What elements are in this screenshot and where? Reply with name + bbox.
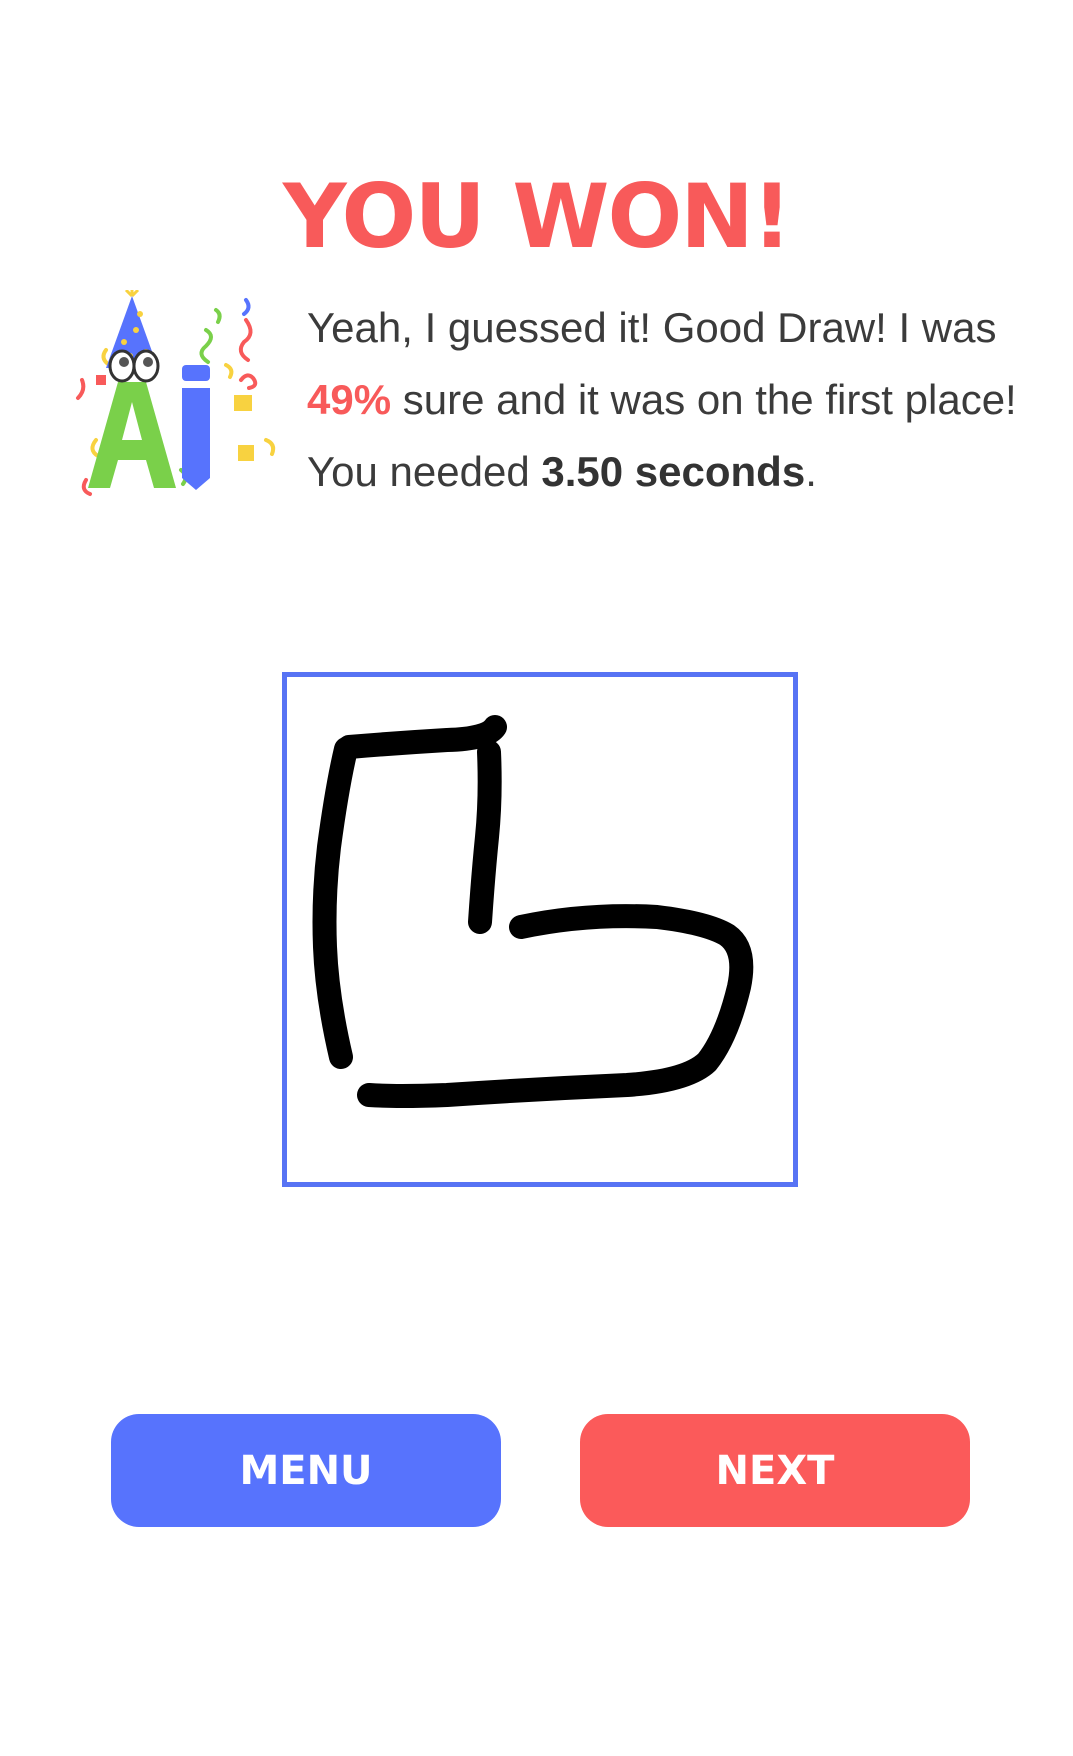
time-text-post: . xyxy=(805,448,817,495)
drawing-stroke xyxy=(312,737,358,1069)
result-screen: YOU WON! Yeah, I guessed it! Good Draw! … xyxy=(0,0,1073,1756)
drawing-stroke xyxy=(357,904,754,1108)
ai-mascot-icon xyxy=(66,288,306,550)
drawing-stroke xyxy=(468,740,502,934)
time-value: 3.50 seconds xyxy=(541,448,806,495)
user-drawing xyxy=(312,715,754,1108)
result-message: Yeah, I guessed it! Good Draw! I was 49%… xyxy=(307,292,1027,508)
drawing-canvas xyxy=(282,672,798,1187)
confidence-percent: 49% xyxy=(307,376,392,423)
menu-button[interactable]: MENU xyxy=(111,1414,501,1527)
guess-sentence: Yeah, I guessed it! Good Draw! I was 49%… xyxy=(307,292,1027,436)
guess-text-pre: Yeah, I guessed it! Good Draw! I was xyxy=(307,304,997,351)
result-title: YOU WON! xyxy=(282,165,792,268)
next-button[interactable]: NEXT xyxy=(580,1414,970,1527)
time-text-pre: You needed xyxy=(307,448,542,495)
time-sentence: You needed 3.50 seconds. xyxy=(307,436,1027,508)
guess-text-post: sure and it was on the first place! xyxy=(391,376,1017,423)
drawing-stroke xyxy=(337,715,507,759)
